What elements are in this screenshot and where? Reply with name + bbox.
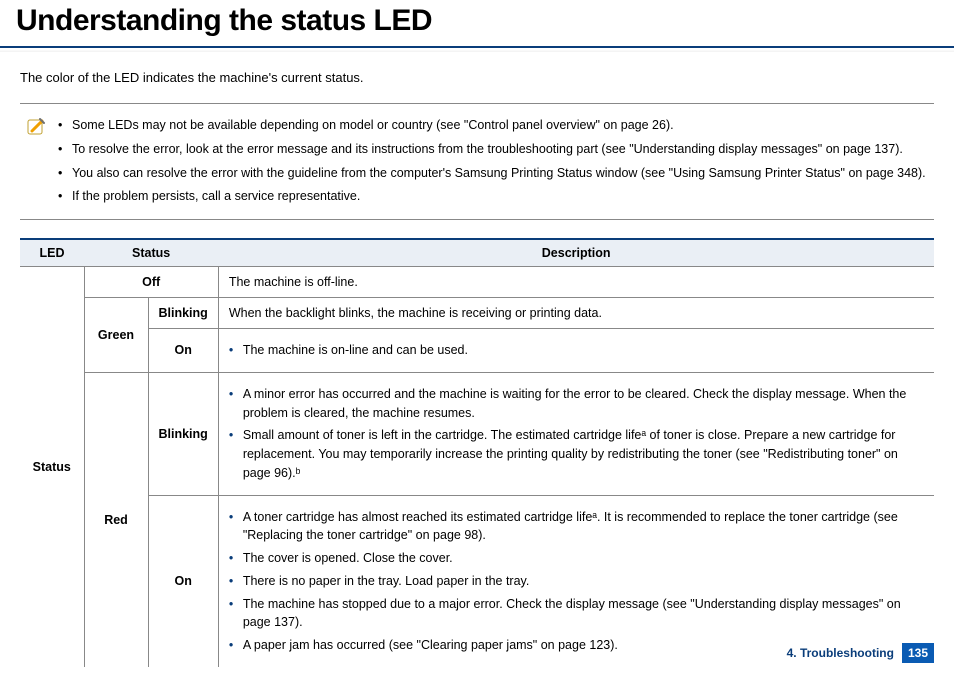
desc-green-blinking: When the backlight blinks, the machine i…: [218, 298, 934, 329]
list-item: The machine has stopped due to a major e…: [229, 595, 924, 633]
desc-red-blinking: A minor error has occurred and the machi…: [218, 372, 934, 495]
note-item: Some LEDs may not be available depending…: [58, 114, 934, 138]
intro-text: The color of the LED indicates the machi…: [20, 70, 934, 85]
page-content: The color of the LED indicates the machi…: [0, 52, 954, 667]
list-item: A toner cartridge has almost reached its…: [229, 508, 924, 546]
chapter-label: 4. Troubleshooting: [787, 646, 894, 660]
list-item: There is no paper in the tray. Load pape…: [229, 572, 924, 591]
note-item: You also can resolve the error with the …: [58, 162, 934, 186]
status-green-on: On: [148, 329, 218, 373]
col-status: Status: [84, 239, 218, 267]
color-red: Red: [84, 372, 148, 667]
note-block: Some LEDs may not be available depending…: [20, 103, 934, 220]
status-off: Off: [84, 267, 218, 298]
status-red-on: On: [148, 495, 218, 667]
col-led: LED: [20, 239, 84, 267]
page-footer: 4. Troubleshooting 135: [787, 643, 934, 663]
status-red-blinking: Blinking: [148, 372, 218, 495]
page-number: 135: [902, 643, 934, 663]
col-description: Description: [218, 239, 934, 267]
list-item: The machine is on-line and can be used.: [229, 341, 924, 360]
list-item: The cover is opened. Close the cover.: [229, 549, 924, 568]
status-led-table: LED Status Description Status Off The ma…: [20, 238, 934, 667]
list-item: A minor error has occurred and the machi…: [229, 385, 924, 423]
list-item: Small amount of toner is left in the car…: [229, 426, 924, 482]
note-icon: [20, 114, 46, 209]
page-title: Understanding the status LED: [16, 4, 954, 38]
desc-red-on: A toner cartridge has almost reached its…: [218, 495, 934, 667]
desc-off: The machine is off-line.: [218, 267, 934, 298]
desc-green-on: The machine is on-line and can be used.: [218, 329, 934, 373]
color-green: Green: [84, 298, 148, 373]
note-item: If the problem persists, call a service …: [58, 185, 934, 209]
header-divider: [0, 46, 954, 52]
led-name: Status: [20, 267, 84, 667]
note-item: To resolve the error, look at the error …: [58, 138, 934, 162]
page-header: Understanding the status LED: [0, 0, 954, 52]
status-green-blinking: Blinking: [148, 298, 218, 329]
note-list: Some LEDs may not be available depending…: [58, 114, 934, 209]
